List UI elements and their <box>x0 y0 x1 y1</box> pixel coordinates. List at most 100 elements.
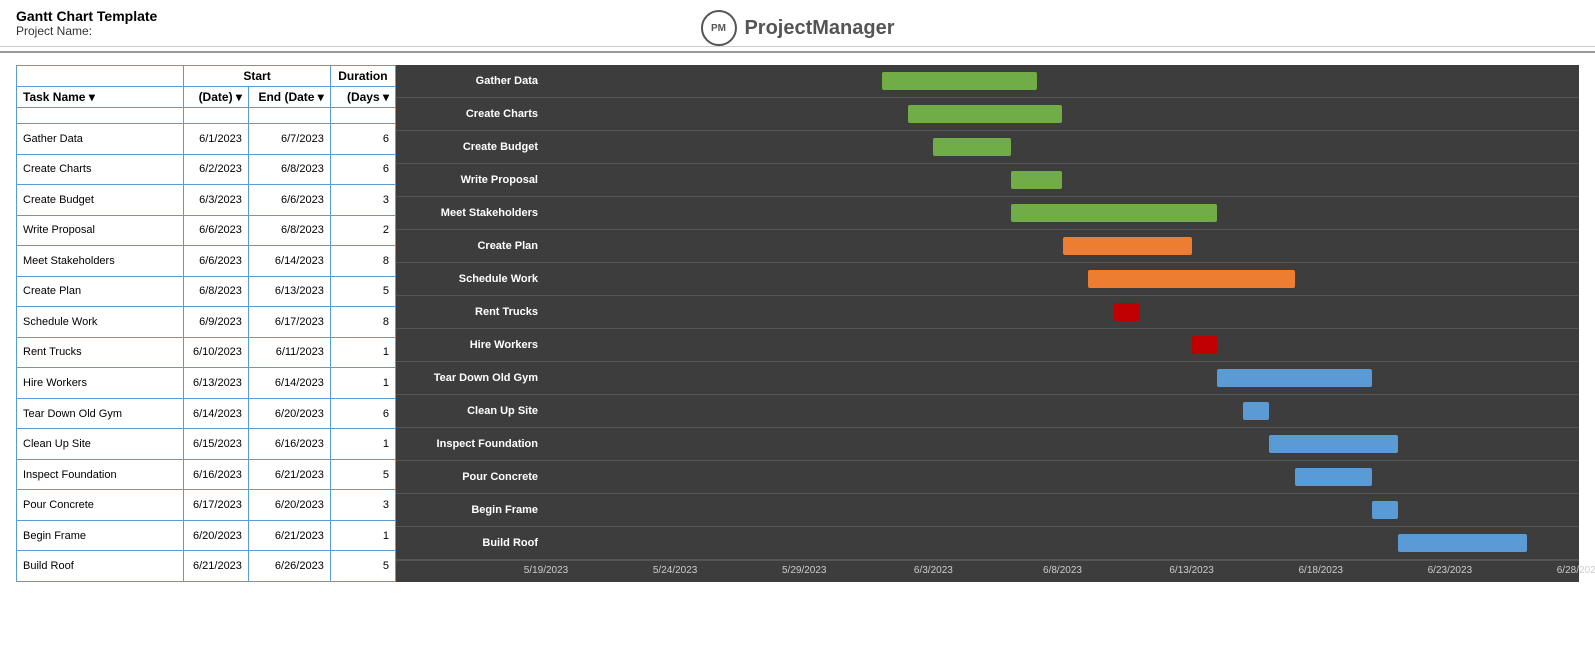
gantt-track <box>546 329 1579 361</box>
gantt-task-label: Gather Data <box>396 75 546 87</box>
gantt-row: Write Proposal <box>396 164 1579 197</box>
axis-date-label: 6/3/2023 <box>914 565 953 576</box>
project-name-label: Project Name: <box>16 24 157 38</box>
task-duration: 5 <box>330 551 395 582</box>
task-table: Start Duration Task Name ▾ (Date) ▾ End … <box>16 65 396 582</box>
gantt-row: Inspect Foundation <box>396 428 1579 461</box>
table-row: Create Plan 6/8/2023 6/13/2023 5 <box>17 276 396 307</box>
task-duration: 5 <box>330 276 395 307</box>
gantt-bar <box>1114 303 1140 321</box>
table-row: Create Charts 6/2/2023 6/8/2023 6 <box>17 154 396 185</box>
task-start: 6/20/2023 <box>184 520 249 551</box>
gantt-task-label: Tear Down Old Gym <box>396 372 546 384</box>
task-end: 6/21/2023 <box>248 520 330 551</box>
task-start: 6/17/2023 <box>184 490 249 521</box>
task-end: 6/6/2023 <box>248 185 330 216</box>
gantt-row: Create Budget <box>396 131 1579 164</box>
table-row: Tear Down Old Gym 6/14/2023 6/20/2023 6 <box>17 398 396 429</box>
gantt-track <box>546 263 1579 295</box>
task-duration: 6 <box>330 124 395 155</box>
task-start: 6/9/2023 <box>184 307 249 338</box>
task-name: Begin Frame <box>17 520 184 551</box>
main-content: Start Duration Task Name ▾ (Date) ▾ End … <box>0 57 1595 590</box>
table-row: Schedule Work 6/9/2023 6/17/2023 8 <box>17 307 396 338</box>
task-name: Meet Stakeholders <box>17 246 184 277</box>
task-duration: 1 <box>330 429 395 460</box>
gantt-row: Begin Frame <box>396 494 1579 527</box>
gantt-task-label: Write Proposal <box>396 174 546 186</box>
gantt-task-label: Create Charts <box>396 108 546 120</box>
gantt-bar <box>1269 435 1398 453</box>
gantt-bar <box>933 138 1010 156</box>
gantt-row: Gather Data <box>396 65 1579 98</box>
axis-date-label: 5/24/2023 <box>653 565 698 576</box>
gantt-row: Create Charts <box>396 98 1579 131</box>
gantt-task-label: Meet Stakeholders <box>396 207 546 219</box>
task-end: 6/26/2023 <box>248 551 330 582</box>
task-start: 6/8/2023 <box>184 276 249 307</box>
axis-date-label: 5/29/2023 <box>782 565 827 576</box>
table-row: Build Roof 6/21/2023 6/26/2023 5 <box>17 551 396 582</box>
gantt-task-label: Pour Concrete <box>396 471 546 483</box>
gantt-row: Pour Concrete <box>396 461 1579 494</box>
gantt-track <box>546 428 1579 460</box>
gantt-task-label: Rent Trucks <box>396 306 546 318</box>
gantt-track <box>546 230 1579 262</box>
gantt-track <box>546 395 1579 427</box>
gantt-row: Tear Down Old Gym <box>396 362 1579 395</box>
task-end: 6/20/2023 <box>248 398 330 429</box>
header-divider <box>0 51 1595 53</box>
task-name: Create Plan <box>17 276 184 307</box>
task-duration: 6 <box>330 398 395 429</box>
task-duration: 3 <box>330 490 395 521</box>
axis-date-label: 6/8/2023 <box>1043 565 1082 576</box>
task-duration: 8 <box>330 246 395 277</box>
col-sub-task: Task Name ▾ <box>17 87 184 108</box>
col-header-start: Start <box>184 66 331 87</box>
table-row: Pour Concrete 6/17/2023 6/20/2023 3 <box>17 490 396 521</box>
task-name: Clean Up Site <box>17 429 184 460</box>
page-title: Gantt Chart Template <box>16 8 157 24</box>
task-end: 6/16/2023 <box>248 429 330 460</box>
gantt-track <box>546 461 1579 493</box>
task-end: 6/11/2023 <box>248 337 330 368</box>
axis-date-label: 6/23/2023 <box>1428 565 1473 576</box>
gantt-bar <box>1011 171 1063 189</box>
axis-date-label: 6/28/2023 <box>1557 565 1595 576</box>
task-duration: 3 <box>330 185 395 216</box>
task-name: Hire Workers <box>17 368 184 399</box>
task-name: Gather Data <box>17 124 184 155</box>
gantt-bar <box>882 72 1037 90</box>
gantt-bar <box>1192 336 1218 354</box>
task-name: Schedule Work <box>17 307 184 338</box>
axis-date-label: 5/19/2023 <box>524 565 569 576</box>
task-duration: 1 <box>330 368 395 399</box>
col-sub-duration: (Days ▾ <box>330 87 395 108</box>
gantt-task-label: Inspect Foundation <box>396 438 546 450</box>
gantt-task-label: Schedule Work <box>396 273 546 285</box>
col-header-task <box>17 66 184 87</box>
gantt-task-label: Begin Frame <box>396 504 546 516</box>
task-name: Inspect Foundation <box>17 459 184 490</box>
gantt-task-label: Create Plan <box>396 240 546 252</box>
table-row: Begin Frame 6/20/2023 6/21/2023 1 <box>17 520 396 551</box>
task-end: 6/8/2023 <box>248 215 330 246</box>
col-sub-end: End (Date ▾ <box>248 87 330 108</box>
task-name: Rent Trucks <box>17 337 184 368</box>
task-name: Create Charts <box>17 154 184 185</box>
gantt-row: Schedule Work <box>396 263 1579 296</box>
task-start: 6/15/2023 <box>184 429 249 460</box>
gantt-bar <box>1088 270 1295 288</box>
task-start: 6/2/2023 <box>184 154 249 185</box>
task-duration: 8 <box>330 307 395 338</box>
table-row: Create Budget 6/3/2023 6/6/2023 3 <box>17 185 396 216</box>
gantt-row: Build Roof <box>396 527 1579 560</box>
col-sub-start: (Date) ▾ <box>184 87 249 108</box>
task-end: 6/21/2023 <box>248 459 330 490</box>
table-row: Write Proposal 6/6/2023 6/8/2023 2 <box>17 215 396 246</box>
task-end: 6/20/2023 <box>248 490 330 521</box>
task-end: 6/14/2023 <box>248 246 330 277</box>
gantt-bar <box>1243 402 1269 420</box>
table-row: Inspect Foundation 6/16/2023 6/21/2023 5 <box>17 459 396 490</box>
logo-area: PM ProjectManager <box>700 10 894 46</box>
